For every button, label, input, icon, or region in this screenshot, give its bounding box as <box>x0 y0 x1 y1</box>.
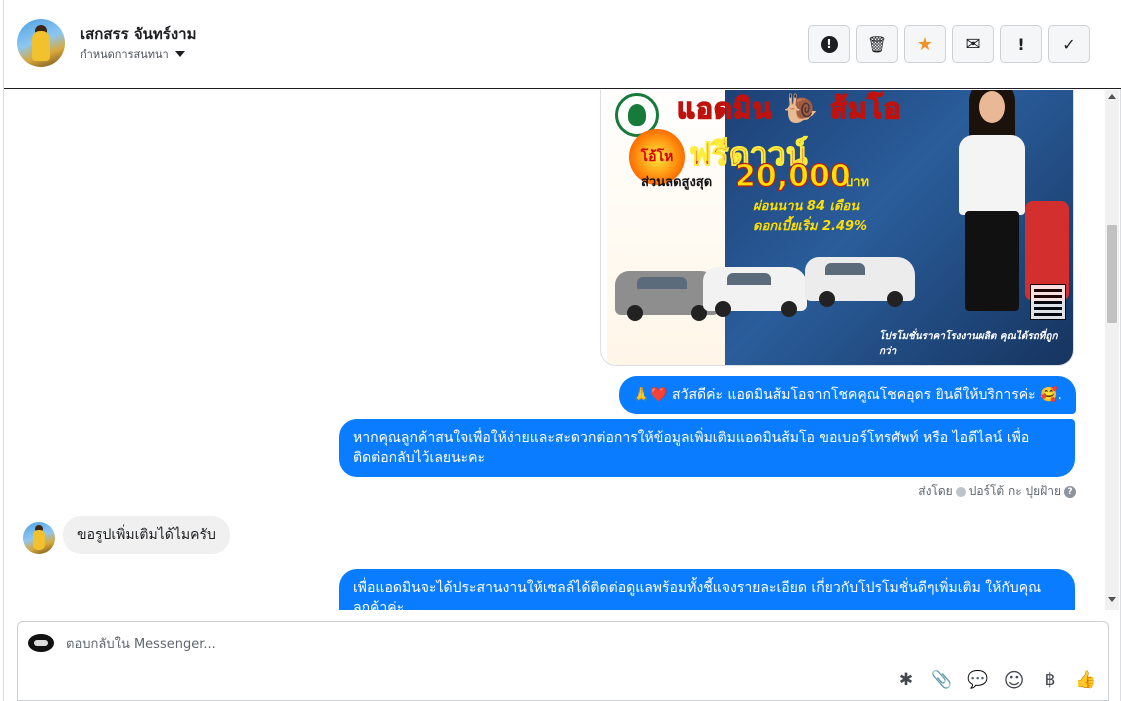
promo-title: แอดมิน 🐌 ส้มโอ <box>676 91 902 126</box>
star-button[interactable]: ★ <box>904 25 946 63</box>
saved-reply-icon: ✱ <box>898 670 914 690</box>
promo-discount-amount: 20,000 <box>734 158 851 194</box>
done-button[interactable]: ✓ <box>1048 25 1090 63</box>
incoming-message[interactable]: ขอรูปเพิ่มเติมได้ไมครับ <box>63 516 230 554</box>
saved-reply-button[interactable]: ✱ <box>894 668 918 692</box>
assign-conversation-dropdown[interactable]: กำหนดการสนทนา <box>80 45 185 63</box>
conversation-toolbar: ! 🗑 ★ ✉ ! ✓ <box>808 25 1090 63</box>
scroll-up-arrow-icon[interactable] <box>1108 94 1116 99</box>
sent-by-label: ส่งโดย <box>918 484 953 498</box>
promo-currency: บาท <box>845 175 870 190</box>
delete-button[interactable]: 🗑 <box>856 25 898 63</box>
outgoing-message-greeting[interactable]: 🙏❤️ สวัสดีค่ะ แอดมินส้มโอจากโชคคูณโชคอุด… <box>618 376 1076 414</box>
check-icon: ✓ <box>1062 34 1076 54</box>
outgoing-message-followup[interactable]: เพื่อแอดมินจะได้ประสานงานให้เซลล์ได้ติดต… <box>339 569 1075 610</box>
attach-button[interactable]: 📎 <box>930 668 954 692</box>
contact-avatar[interactable] <box>17 19 65 67</box>
spam-button[interactable]: ! <box>808 25 850 63</box>
envelope-icon: ✉ <box>965 33 981 55</box>
star-icon: ★ <box>916 33 934 55</box>
qr-code <box>1030 284 1066 320</box>
follow-up-button[interactable]: ! <box>1000 25 1042 63</box>
car-truck <box>805 257 915 307</box>
quick-reply-button[interactable]: 💬 <box>966 668 990 692</box>
promo-installment: ผ่อนนาน 84 เดือน <box>753 199 860 214</box>
exclamation-icon: ! <box>1017 34 1025 54</box>
promo-discount-label: ส่วนลดสูงสุด <box>641 175 713 190</box>
assign-label: กำหนดการสนทนา <box>80 48 169 61</box>
reply-input[interactable] <box>66 632 1066 656</box>
thread-scrollbar[interactable] <box>1105 90 1119 610</box>
payment-button[interactable]: ฿ <box>1038 668 1062 692</box>
help-icon[interactable]: ? <box>1064 485 1076 498</box>
inbox-panel: เสกสรร จันทร์งาม กำหนดการสนทนา ! 🗑 ★ ✉ !… <box>3 0 1121 701</box>
conversation-header: เสกสรร จันทร์งาม กำหนดการสนทนา ! 🗑 ★ ✉ !… <box>4 0 1121 89</box>
mark-unread-button[interactable]: ✉ <box>952 25 994 63</box>
alert-circle-icon: ! <box>820 35 838 53</box>
outgoing-message-request[interactable]: หากคุณลูกค้าสนใจเพื่อให้ง่ายและสะดวกต่อก… <box>339 419 1075 477</box>
promo-model <box>947 90 1037 329</box>
sent-by-info: ส่งโดย ปอร์โต้ กะ ปุยฝ้าย ? <box>918 482 1076 501</box>
caret-down-icon <box>174 51 185 57</box>
composer-tools: ✱ 📎 💬 ☺ ฿ 👍 <box>894 668 1098 692</box>
emoji-button[interactable]: ☺ <box>1002 668 1026 692</box>
chat-bubble-icon: 💬 <box>967 670 989 690</box>
thumbs-up-icon: 👍 <box>1075 670 1097 690</box>
baht-icon: ฿ <box>1044 670 1056 690</box>
reply-composer: ✱ 📎 💬 ☺ ฿ 👍 <box>17 621 1109 701</box>
scroll-down-arrow-icon[interactable] <box>1108 597 1116 602</box>
verified-icon <box>955 486 966 497</box>
like-button[interactable]: 👍 <box>1074 668 1098 692</box>
contact-name[interactable]: เสกสรร จันทร์งาม <box>80 22 196 46</box>
paperclip-icon: 📎 <box>931 670 953 690</box>
smiley-icon: ☺ <box>1003 668 1025 692</box>
page-avatar <box>28 634 54 652</box>
message-thread[interactable]: แอดมิน 🐌 ส้มโอ โอ้โห ฟรีดาวน์ ส่วนลดสูงส… <box>4 90 1121 610</box>
trash-icon: 🗑 <box>866 34 888 54</box>
car-pickup <box>703 267 807 317</box>
customer-avatar <box>23 522 55 554</box>
scroll-thumb[interactable] <box>1107 225 1117 323</box>
promo-interest: ดอกเบี้ยเริ่ม 2.49% <box>753 219 868 234</box>
promo-image: แอดมิน 🐌 ส้มโอ โอ้โห ฟรีดาวน์ ส่วนลดสูงส… <box>607 90 1073 365</box>
promo-image-message[interactable]: แอดมิน 🐌 ส้มโอ โอ้โห ฟรีดาวน์ ส่วนลดสูงส… <box>600 90 1074 366</box>
sender-name: ปอร์โต้ กะ ปุยฝ้าย <box>968 484 1061 498</box>
promo-footer: โปรโมชั่นราคาโรงงานผลิต คุณได้รถที่ถูกกว… <box>879 331 1058 357</box>
